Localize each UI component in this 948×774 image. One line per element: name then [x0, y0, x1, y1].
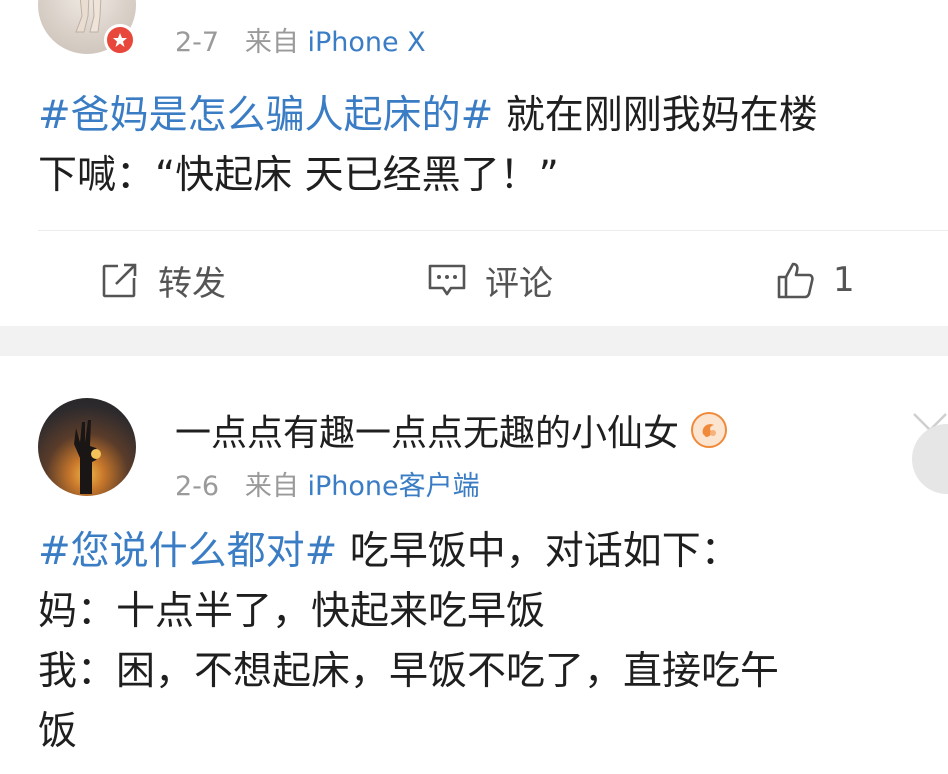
thumbs-up-icon — [777, 262, 814, 299]
username-text: 一点点有趣一点点无趣的小仙女 — [175, 413, 680, 454]
vip-medal-icon[interactable] — [691, 412, 728, 448]
post-source[interactable]: iPhone X — [307, 27, 425, 58]
post-card: 一点点有趣一点点无趣的小仙女 2-6 来自 iPhone客户端 #您说什么都对#… — [0, 356, 948, 774]
comment-icon — [428, 264, 466, 296]
feed-separator — [0, 326, 948, 356]
repost-icon — [102, 262, 140, 298]
post-text: #您说什么都对# 吃早饭中，对话如下： 妈：十点半了，快起来吃早饭 我：困，不想… — [38, 522, 779, 762]
post-text-line: 妈：十点半了，快起来吃早饭 — [38, 589, 546, 634]
like-count: 1 — [833, 260, 855, 300]
hashtag-link[interactable]: #您说什么都对# — [38, 529, 337, 574]
post-text-line: 吃早饭中，对话如下： — [337, 529, 740, 574]
avatar-photo — [74, 420, 101, 494]
post-date: 2-6 — [175, 471, 220, 502]
post-text-line: 饭 — [38, 709, 78, 754]
post-date: 2-7 — [175, 27, 220, 58]
post-text-line: 我：困，不想起床，早饭不吃了，直接吃午 — [38, 649, 780, 694]
weibo-feed: 2-7 来自 iPhone X #爸妈是怎么骗人起床的# 就在刚刚我妈在楼 下喊… — [0, 0, 948, 774]
post-meta: 2-6 来自 iPhone客户端 — [175, 464, 480, 503]
hashtag-link[interactable]: #爸妈是怎么骗人起床的# — [38, 93, 493, 138]
post-text: #爸妈是怎么骗人起床的# 就在刚刚我妈在楼 下喊：“快起床 天已经黑了！” — [38, 86, 818, 206]
avatar[interactable] — [38, 398, 136, 496]
post-card: 2-7 来自 iPhone X #爸妈是怎么骗人起床的# 就在刚刚我妈在楼 下喊… — [0, 0, 948, 326]
comment-button[interactable]: 评论 — [427, 250, 553, 310]
post-text-line: 下喊：“快起床 天已经黑了！” — [38, 153, 559, 198]
username[interactable]: 一点点有趣一点点无趣的小仙女 — [175, 404, 728, 456]
post-text-line: 就在刚刚我妈在楼 — [493, 93, 818, 138]
comment-label: 评论 — [485, 263, 553, 304]
red-star-badge-icon — [104, 24, 136, 56]
divider — [38, 230, 948, 231]
repost-label: 转发 — [158, 263, 226, 304]
avatar-photo — [75, 0, 102, 33]
post-source-prefix: 来自 — [244, 471, 299, 502]
post-action-bar: 转发 评论 1 — [0, 250, 948, 310]
like-button[interactable]: 1 — [775, 250, 855, 310]
repost-button[interactable]: 转发 — [100, 250, 226, 310]
post-source[interactable]: iPhone客户端 — [307, 471, 479, 502]
post-source-prefix: 来自 — [244, 27, 299, 58]
post-meta: 2-7 来自 iPhone X — [175, 20, 426, 59]
